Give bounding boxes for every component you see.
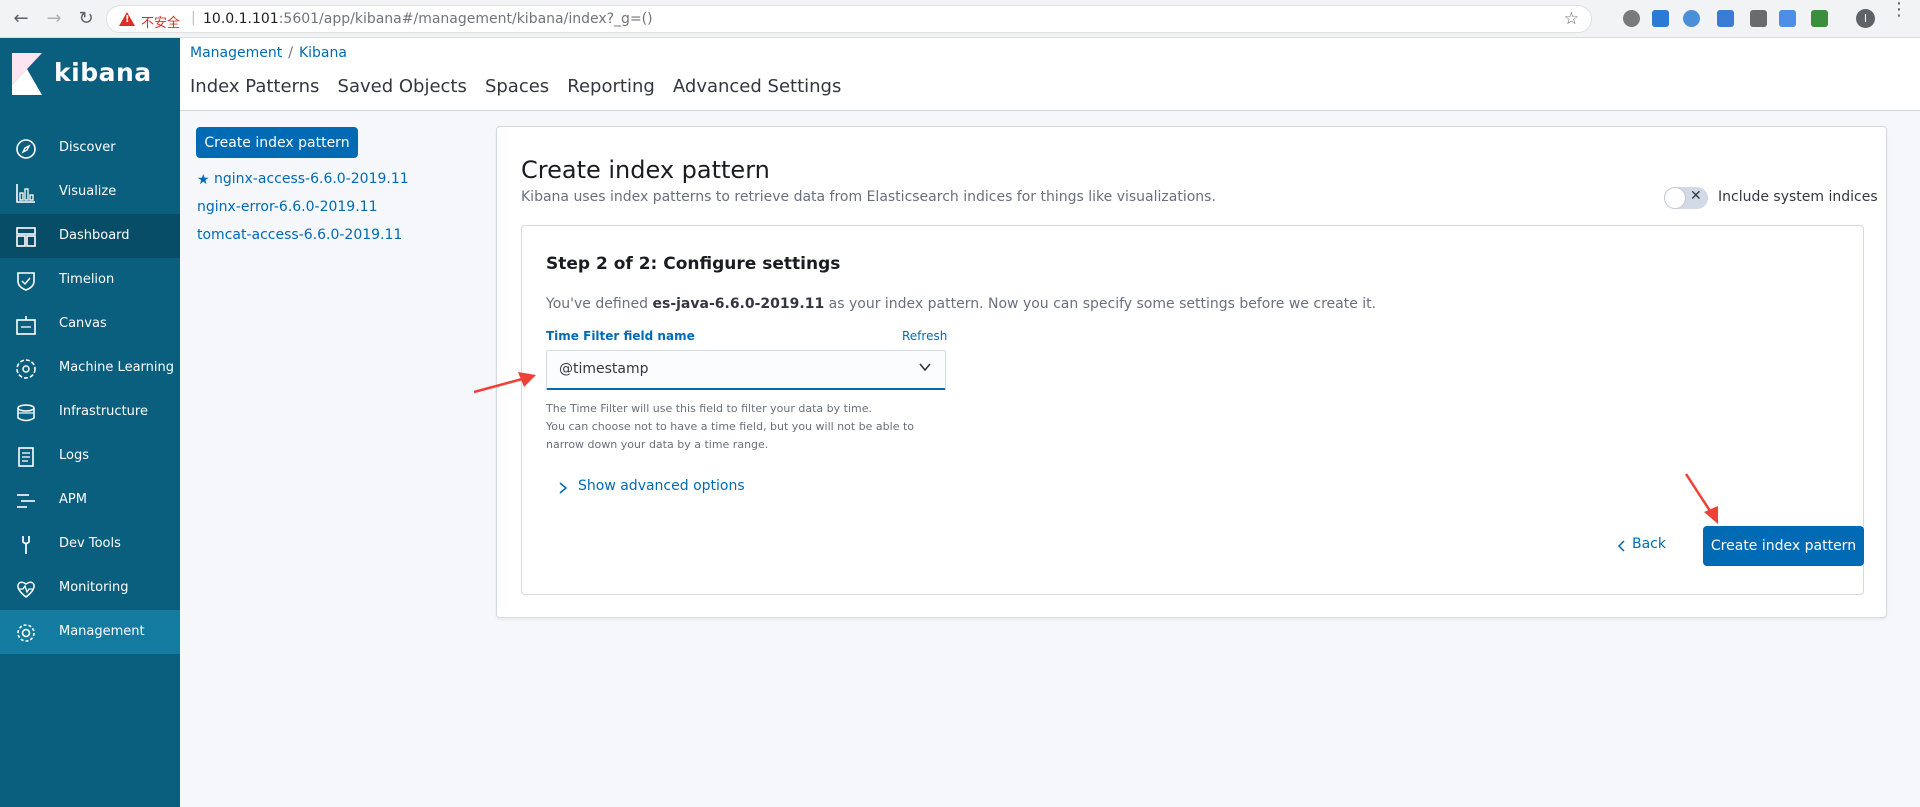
sidebar-item-label: Visualize bbox=[59, 184, 117, 199]
logo-text: kibana bbox=[54, 58, 152, 87]
close-icon: ✕ bbox=[1690, 188, 1702, 204]
sidebar-item-label: Dev Tools bbox=[59, 536, 121, 551]
extension-icon[interactable] bbox=[1811, 10, 1828, 27]
refresh-link[interactable]: Refresh bbox=[902, 329, 947, 343]
tab-advanced-settings[interactable]: Advanced Settings bbox=[673, 76, 841, 97]
kibana-logo[interactable]: kibana bbox=[12, 53, 162, 97]
ml-icon bbox=[16, 359, 36, 379]
sidebar-item-label: Logs bbox=[59, 448, 89, 463]
sidebar-item-visualize[interactable]: Visualize bbox=[0, 170, 180, 214]
bookmark-star-icon[interactable]: ☆ bbox=[1564, 9, 1579, 29]
sidebar-item-label: Management bbox=[59, 624, 145, 639]
tab-index-patterns[interactable]: Index Patterns bbox=[190, 76, 319, 97]
extension-icon[interactable] bbox=[1717, 10, 1734, 27]
index-pattern-link[interactable]: nginx-access-6.6.0-2019.11 bbox=[214, 171, 409, 187]
annotation-arrow bbox=[473, 372, 536, 394]
canvas-icon bbox=[16, 316, 36, 335]
gear-icon bbox=[17, 624, 35, 642]
sidebar-item-apm[interactable]: APM bbox=[0, 478, 180, 522]
translate-icon[interactable] bbox=[1779, 10, 1796, 27]
kibana-sidebar: kibana Discover Visualize Dashboard Timelio… bbox=[0, 38, 180, 807]
index-pattern-link[interactable]: nginx-error-6.6.0-2019.11 bbox=[197, 199, 377, 215]
sidebar-item-timelion[interactable]: Timelion bbox=[0, 258, 180, 302]
apm-icon bbox=[17, 494, 35, 508]
step-title: Step 2 of 2: Configure settings bbox=[546, 254, 841, 274]
sidebar-item-label: Canvas bbox=[59, 316, 107, 331]
url-separator: | bbox=[191, 10, 196, 26]
extension-icon[interactable] bbox=[1750, 10, 1767, 27]
defined-pattern-name: es-java-6.6.0-2019.11 bbox=[652, 296, 825, 312]
browser-menu-icon[interactable]: ⋮ bbox=[1890, 1, 1908, 19]
sidebar-item-management[interactable]: Management bbox=[0, 610, 180, 654]
sidebar-item-canvas[interactable]: Canvas bbox=[0, 302, 180, 346]
bar-chart-icon bbox=[16, 184, 35, 203]
tab-reporting[interactable]: Reporting bbox=[567, 76, 655, 97]
url-text: 10.0.1.101:5601/app/kibana#/management/k… bbox=[203, 11, 653, 27]
forward-arrow-icon[interactable]: → bbox=[43, 8, 65, 30]
sidebar-item-label: Infrastructure bbox=[59, 404, 148, 419]
chevron-left-icon bbox=[1617, 540, 1625, 552]
chevron-right-icon bbox=[559, 482, 568, 494]
extension-icon[interactable] bbox=[1623, 10, 1640, 27]
tab-spaces[interactable]: Spaces bbox=[485, 76, 549, 97]
browser-toolbar: ← → ↻ 不安全 | 10.0.1.101:5601/app/kibana#/… bbox=[0, 0, 1920, 38]
annotation-arrow bbox=[1684, 473, 1718, 524]
sidebar-item-label: Discover bbox=[59, 140, 116, 155]
reload-icon[interactable]: ↻ bbox=[75, 8, 97, 30]
page-description: Kibana uses index patterns to retrieve d… bbox=[521, 189, 1216, 205]
time-filter-help: The Time Filter will use this field to f… bbox=[546, 402, 915, 451]
breadcrumb: Management / Kibana bbox=[190, 45, 347, 61]
index-pattern-link[interactable]: tomcat-access-6.6.0-2019.11 bbox=[197, 227, 402, 243]
address-bar[interactable]: 不安全 | 10.0.1.101:5601/app/kibana#/manage… bbox=[106, 5, 1592, 33]
sidebar-item-discover[interactable]: Discover bbox=[0, 126, 180, 170]
sidebar-item-machine-learning[interactable]: Machine Learning bbox=[0, 346, 180, 390]
breadcrumb-management[interactable]: Management bbox=[190, 45, 282, 61]
sidebar-item-logs[interactable]: Logs bbox=[0, 434, 180, 478]
sidebar-item-label: APM bbox=[59, 492, 87, 507]
back-arrow-icon[interactable]: ← bbox=[10, 8, 32, 30]
create-index-pattern-panel: Create index pattern Kibana uses index p… bbox=[496, 126, 1887, 618]
time-filter-label: Time Filter field name bbox=[546, 329, 695, 343]
sidebar-item-dashboard[interactable]: Dashboard bbox=[0, 214, 180, 258]
logs-icon bbox=[18, 447, 34, 467]
sidebar-item-monitoring[interactable]: Monitoring bbox=[0, 566, 180, 610]
sidebar-item-label: Machine Learning bbox=[59, 360, 174, 375]
show-advanced-options[interactable]: Show advanced options bbox=[578, 478, 745, 494]
page-title: Create index pattern bbox=[521, 156, 770, 184]
tab-saved-objects[interactable]: Saved Objects bbox=[338, 76, 467, 97]
sidebar-item-dev-tools[interactable]: Dev Tools bbox=[0, 522, 180, 566]
insecure-label: 不安全 bbox=[141, 16, 181, 31]
extension-s-icon[interactable] bbox=[1652, 10, 1669, 27]
create-index-pattern-side-button[interactable]: Create index pattern bbox=[196, 127, 358, 158]
wrench-icon bbox=[22, 536, 30, 554]
profile-avatar[interactable]: I bbox=[1856, 9, 1875, 28]
time-filter-value: @timestamp bbox=[559, 361, 649, 377]
create-index-pattern-button[interactable]: Create index pattern bbox=[1703, 526, 1864, 566]
include-system-indices-label: Include system indices bbox=[1718, 189, 1878, 205]
time-filter-select[interactable]: @timestamp bbox=[546, 350, 946, 390]
include-system-indices-switch[interactable]: ✕ bbox=[1664, 187, 1708, 209]
heartbeat-icon bbox=[17, 581, 35, 598]
chevron-down-icon bbox=[919, 363, 931, 372]
infrastructure-icon bbox=[17, 404, 35, 422]
sidebar-item-label: Dashboard bbox=[59, 228, 130, 243]
shield-icon bbox=[17, 272, 35, 291]
defined-pattern-text: You've defined es-java-6.6.0-2019.11 as … bbox=[546, 296, 1377, 312]
breadcrumb-kibana[interactable]: Kibana bbox=[299, 45, 347, 61]
sidebar-item-label: Monitoring bbox=[59, 580, 129, 595]
dashboard-icon bbox=[16, 227, 36, 247]
management-tabs: Index Patterns Saved Objects Spaces Repo… bbox=[190, 76, 854, 106]
extension-icon[interactable] bbox=[1683, 10, 1700, 27]
warning-icon bbox=[119, 12, 135, 26]
switch-knob bbox=[1664, 187, 1686, 209]
step-panel: Step 2 of 2: Configure settings You've d… bbox=[521, 225, 1864, 595]
kibana-logo-icon bbox=[12, 53, 42, 95]
compass-icon bbox=[16, 139, 36, 159]
sidebar-item-label: Timelion bbox=[59, 272, 115, 287]
back-button[interactable]: Back bbox=[1632, 536, 1666, 552]
default-star-icon: ★ bbox=[197, 172, 210, 188]
sidebar-item-infrastructure[interactable]: Infrastructure bbox=[0, 390, 180, 434]
